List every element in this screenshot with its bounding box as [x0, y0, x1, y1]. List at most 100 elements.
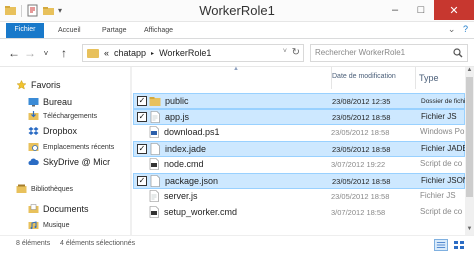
skydrive-icon — [28, 158, 39, 165]
title-bar: ▾ WorkerRole1 – □ ✕ — [0, 0, 474, 22]
row-checkbox[interactable]: ✓ — [137, 144, 147, 154]
music-icon — [28, 221, 39, 229]
scrollbar-thumb[interactable] — [466, 77, 473, 197]
file-row[interactable]: ✓ index.jade 23/05/2012 18:58 Fichier JADE — [133, 141, 466, 157]
file-type: Windows Po — [420, 127, 465, 136]
nav-favorites[interactable]: Favoris — [16, 79, 61, 91]
file-date: 3/07/2012 18:58 — [331, 208, 386, 217]
file-row[interactable]: download.ps1 23/05/2012 18:58 Windows Po — [133, 125, 465, 141]
search-input[interactable]: Rechercher WorkerRole1 — [310, 44, 468, 62]
column-header-name[interactable]: ▲ — [137, 66, 327, 89]
json-file-icon — [149, 175, 161, 187]
large-icons-view-icon[interactable] — [452, 239, 466, 251]
row-checkbox[interactable]: ✓ — [137, 96, 147, 106]
tab-view[interactable]: Affichage — [144, 24, 173, 38]
file-date: 23/05/2012 18:58 — [332, 145, 391, 154]
file-date: 23/08/2012 12:35 — [332, 97, 391, 106]
breadcrumb-overflow[interactable]: « — [104, 48, 109, 58]
file-date: 3/07/2012 19:22 — [331, 160, 386, 169]
file-row[interactable]: ✓ public 23/08/2012 12:35 Dossier de fichie… — [133, 93, 466, 109]
file-name: node.cmd — [164, 159, 204, 169]
folder-icon — [149, 95, 161, 107]
file-name: public — [165, 96, 189, 106]
details-view-icon[interactable] — [434, 239, 448, 251]
scroll-up-icon[interactable]: ▲ — [465, 67, 474, 76]
address-dropdown-icon[interactable]: ˅ — [283, 48, 287, 55]
tab-home[interactable]: Accueil — [58, 24, 81, 38]
navigation-pane-splitter[interactable] — [130, 67, 132, 235]
folder-icon — [87, 48, 99, 58]
dropbox-icon — [28, 127, 39, 135]
file-row[interactable]: setup_worker.cmd 3/07/2012 18:58 Script de… — [133, 205, 465, 221]
file-list: ▲ Date de modification Type ✓ public 23/08… — [133, 66, 474, 235]
up-button[interactable]: ↑ — [56, 45, 72, 61]
file-type: Fichier JS — [420, 191, 456, 200]
ps1-file-icon — [148, 126, 160, 138]
nav-documents[interactable]: Documents — [28, 203, 89, 215]
nav-desktop[interactable]: Bureau — [28, 96, 72, 108]
file-name: index.jade — [165, 144, 207, 154]
file-type: Fichier JSON — [421, 176, 466, 185]
scroll-down-icon[interactable]: ▼ — [465, 226, 474, 235]
selected-count: 4 éléments sélectionnés — [60, 240, 136, 247]
nav-recent-places[interactable]: Emplacements récents — [28, 141, 114, 153]
close-button[interactable]: ✕ — [434, 0, 474, 20]
recent-icon — [28, 143, 39, 151]
ribbon-tabs: Fichier Accueil Partage Affichage ⌄ ? — [0, 22, 474, 39]
file-name: download.ps1 — [164, 127, 220, 137]
file-row[interactable]: node.cmd 3/07/2012 19:22 Script de co — [133, 157, 465, 173]
desktop-icon — [28, 98, 39, 107]
nav-downloads[interactable]: Téléchargements — [28, 110, 97, 122]
column-header-date[interactable]: Date de modification — [331, 67, 413, 89]
file-date: 23/05/2012 18:58 — [331, 192, 390, 201]
file-list-scrollbar[interactable]: ▲ ▼ — [465, 67, 474, 235]
item-count: 8 éléments — [16, 240, 51, 247]
file-type: Dossier de fichiers — [421, 98, 466, 105]
file-row[interactable]: server.js 23/05/2012 18:58 Fichier JS — [133, 189, 465, 205]
navigation-pane: Favoris Bureau Téléchargements Dropbox E… — [0, 67, 130, 235]
cmd-file-icon — [148, 158, 160, 170]
file-type: Script de co — [420, 207, 463, 216]
breadcrumb-chatapp[interactable]: chatapp — [114, 48, 146, 58]
file-name: setup_worker.cmd — [164, 207, 238, 217]
library-icon — [16, 184, 27, 193]
back-button[interactable]: ← — [6, 45, 22, 61]
minimize-button[interactable]: – — [382, 0, 408, 20]
window-controls: – □ ✕ — [382, 0, 474, 20]
cmd-file-icon — [148, 206, 160, 218]
nav-music[interactable]: Musique — [28, 219, 69, 231]
search-icon[interactable] — [453, 48, 463, 58]
file-type: Fichier JADE — [421, 144, 466, 153]
row-checkbox[interactable]: ✓ — [137, 176, 147, 186]
maximize-button[interactable]: □ — [408, 0, 434, 20]
column-header-type[interactable]: Type — [415, 67, 465, 89]
ribbon-right-controls: ⌄ ? — [448, 24, 468, 35]
file-date: 23/05/2012 18:58 — [332, 113, 391, 122]
nav-skydrive[interactable]: SkyDrive @ Micr — [28, 156, 110, 168]
breadcrumb-workerrole1[interactable]: WorkerRole1 — [159, 48, 211, 58]
file-type: Script de co — [420, 159, 463, 168]
js-file-icon — [149, 111, 161, 123]
expand-ribbon-chevron-icon[interactable]: ⌄ — [448, 24, 456, 34]
documents-icon — [28, 204, 39, 213]
download-icon — [28, 111, 39, 120]
tab-file[interactable]: Fichier — [6, 23, 44, 38]
status-bar: 8 éléments 4 éléments sélectionnés — [0, 235, 474, 255]
star-icon — [16, 80, 27, 90]
breadcrumb-separator-icon[interactable]: ▸ — [151, 50, 154, 57]
forward-button[interactable]: → — [22, 45, 38, 61]
file-name: app.js — [165, 112, 190, 122]
file-row[interactable]: ✓ package.json 23/05/2012 18:58 Fichier JSO… — [133, 173, 466, 189]
nav-libraries[interactable]: Bibliothèques — [16, 183, 73, 195]
file-type: Fichier JS — [421, 112, 457, 121]
file-date: 23/05/2012 18:58 — [331, 128, 390, 137]
recent-locations-button[interactable]: ˅ — [38, 45, 54, 61]
nav-dropbox[interactable]: Dropbox — [28, 125, 77, 137]
tab-share[interactable]: Partage — [102, 24, 127, 38]
help-icon[interactable]: ? — [463, 24, 468, 34]
address-bar[interactable]: « chatapp ▸ WorkerRole1 ˅ ↻ — [82, 44, 304, 62]
row-checkbox[interactable]: ✓ — [137, 112, 147, 122]
file-row[interactable]: ✓ app.js 23/05/2012 18:58 Fichier JS — [133, 109, 465, 125]
refresh-icon[interactable]: ↻ — [292, 47, 300, 58]
navigation-bar: ← → ˅ ↑ « chatapp ▸ WorkerRole1 ˅ ↻ Rech… — [0, 39, 474, 67]
